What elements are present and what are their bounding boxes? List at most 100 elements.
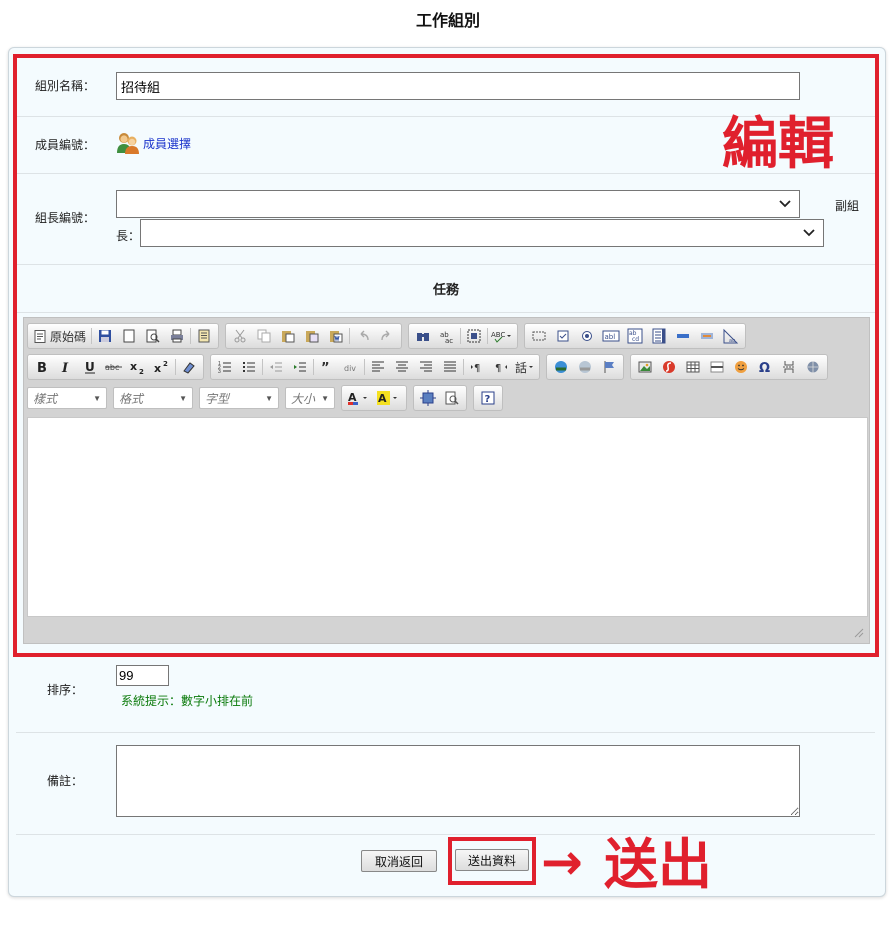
horizontal-rule-button[interactable] <box>707 357 727 377</box>
form-button[interactable] <box>529 326 549 346</box>
text-field-button[interactable]: abl <box>601 326 621 346</box>
print-button[interactable] <box>167 326 187 346</box>
superscript-button[interactable]: x2 <box>152 357 172 377</box>
redo-button[interactable] <box>377 326 397 346</box>
font-dropdown-label: 字型 <box>205 391 230 406</box>
ltr-button[interactable]: ¶ <box>467 357 487 377</box>
special-char-button[interactable]: Ω <box>755 357 775 377</box>
underline-button[interactable]: U <box>80 357 100 377</box>
page-break-icon <box>783 361 795 373</box>
order-input[interactable] <box>116 665 169 686</box>
svg-text:”: ” <box>321 361 330 374</box>
toolbar-group-paragraph: 123 ” div ¶ ¶ 話 <box>210 354 540 380</box>
align-left-button[interactable] <box>368 357 388 377</box>
rtl-button[interactable]: ¶ <box>491 357 511 377</box>
text-color-icon: A <box>348 391 367 405</box>
text-color-button[interactable]: A <box>346 388 372 408</box>
smiley-button[interactable] <box>731 357 751 377</box>
maximize-button[interactable] <box>418 388 438 408</box>
strike-button[interactable]: abc <box>104 357 124 377</box>
order-label: 排序： <box>47 683 84 697</box>
divider <box>364 359 365 375</box>
form-icon <box>532 331 546 341</box>
select-all-button[interactable] <box>464 326 484 346</box>
italic-button[interactable]: I <box>56 357 76 377</box>
flash-button[interactable] <box>659 357 679 377</box>
group-name-label: 組別名稱： <box>35 79 96 93</box>
size-dropdown[interactable]: 大小 ▼ <box>285 387 335 409</box>
save-button[interactable] <box>95 326 115 346</box>
textarea-button[interactable]: ab cd <box>625 326 645 346</box>
paste-text-button[interactable] <box>302 326 322 346</box>
smiley-icon <box>735 361 747 373</box>
leader-label: 組長編號： <box>35 211 96 225</box>
about-button[interactable]: ? <box>478 388 498 408</box>
globe-icon <box>807 361 819 373</box>
vice-leader-label-1: 副組 <box>835 199 860 213</box>
outdent-button[interactable] <box>266 357 286 377</box>
styles-dropdown[interactable]: 樣式 ▼ <box>27 387 107 409</box>
member-select-link[interactable]: 成員選擇 <box>116 132 191 154</box>
checkbox-button[interactable] <box>553 326 573 346</box>
create-div-button[interactable]: div <box>341 357 361 377</box>
paste-button[interactable] <box>278 326 298 346</box>
numbered-list-button[interactable]: 123 <box>215 357 235 377</box>
button-field-button[interactable] <box>673 326 693 346</box>
subscript-button[interactable]: x2 <box>128 357 148 377</box>
templates-button[interactable] <box>194 326 214 346</box>
align-right-button[interactable] <box>416 357 436 377</box>
help-icon: ? <box>481 391 495 405</box>
iframe-button[interactable] <box>803 357 823 377</box>
undo-button[interactable] <box>353 326 373 346</box>
find-button[interactable] <box>413 326 433 346</box>
new-page-icon <box>123 329 135 343</box>
blockquote-button[interactable]: ” <box>317 357 337 377</box>
editor-content-area[interactable] <box>27 417 868 617</box>
cut-button[interactable] <box>230 326 250 346</box>
bulleted-list-button[interactable] <box>239 357 259 377</box>
remove-format-button[interactable] <box>179 357 199 377</box>
omega-icon: Ω <box>759 361 770 374</box>
format-dropdown[interactable]: 格式 ▼ <box>113 387 193 409</box>
chevron-down-icon <box>779 200 791 208</box>
new-page-button[interactable] <box>119 326 139 346</box>
table-button[interactable] <box>683 357 703 377</box>
spellcheck-button[interactable]: ABC <box>491 326 513 346</box>
select-field-button[interactable] <box>649 326 669 346</box>
indent-button[interactable] <box>290 357 310 377</box>
leader-select[interactable] <box>116 190 800 218</box>
page-break-button[interactable] <box>779 357 799 377</box>
unlink-button[interactable] <box>575 357 595 377</box>
justify-button[interactable] <box>440 357 460 377</box>
bold-button[interactable]: B <box>32 357 52 377</box>
background-color-button[interactable]: A <box>376 388 402 408</box>
replace-button[interactable]: ab ac <box>437 326 457 346</box>
button-field-icon <box>677 334 690 338</box>
anchor-button[interactable] <box>599 357 619 377</box>
show-blocks-button[interactable] <box>442 388 462 408</box>
note-textarea[interactable] <box>116 745 800 817</box>
resize-grip-icon[interactable] <box>854 628 864 638</box>
hidden-field-icon: ab <box>723 328 739 344</box>
image-button-field-button[interactable] <box>697 326 717 346</box>
hidden-field-button[interactable]: ab <box>721 326 741 346</box>
radio-button[interactable] <box>577 326 597 346</box>
select-field-icon <box>652 328 666 344</box>
link-button[interactable] <box>551 357 571 377</box>
preview-button[interactable] <box>143 326 163 346</box>
group-name-input[interactable] <box>116 72 800 100</box>
member-select-label: 成員選擇 <box>143 136 192 151</box>
chevron-down-icon: ▼ <box>321 393 329 403</box>
cancel-button[interactable]: 取消返回 <box>361 850 437 872</box>
copy-button[interactable] <box>254 326 274 346</box>
paste-word-button[interactable] <box>326 326 346 346</box>
align-center-button[interactable] <box>392 357 412 377</box>
image-button[interactable] <box>635 357 655 377</box>
font-dropdown[interactable]: 字型 ▼ <box>199 387 279 409</box>
toolbar-row-3: 樣式 ▼ 格式 ▼ 字型 ▼ 大小 ▼ A A ? <box>27 385 509 411</box>
vice-leader-select[interactable] <box>140 219 824 247</box>
source-button[interactable]: 原始碼 <box>32 326 88 346</box>
toolbar-group-clipboard <box>225 323 403 349</box>
language-button[interactable]: 話 <box>515 357 535 377</box>
format-dropdown-label: 格式 <box>119 391 144 406</box>
